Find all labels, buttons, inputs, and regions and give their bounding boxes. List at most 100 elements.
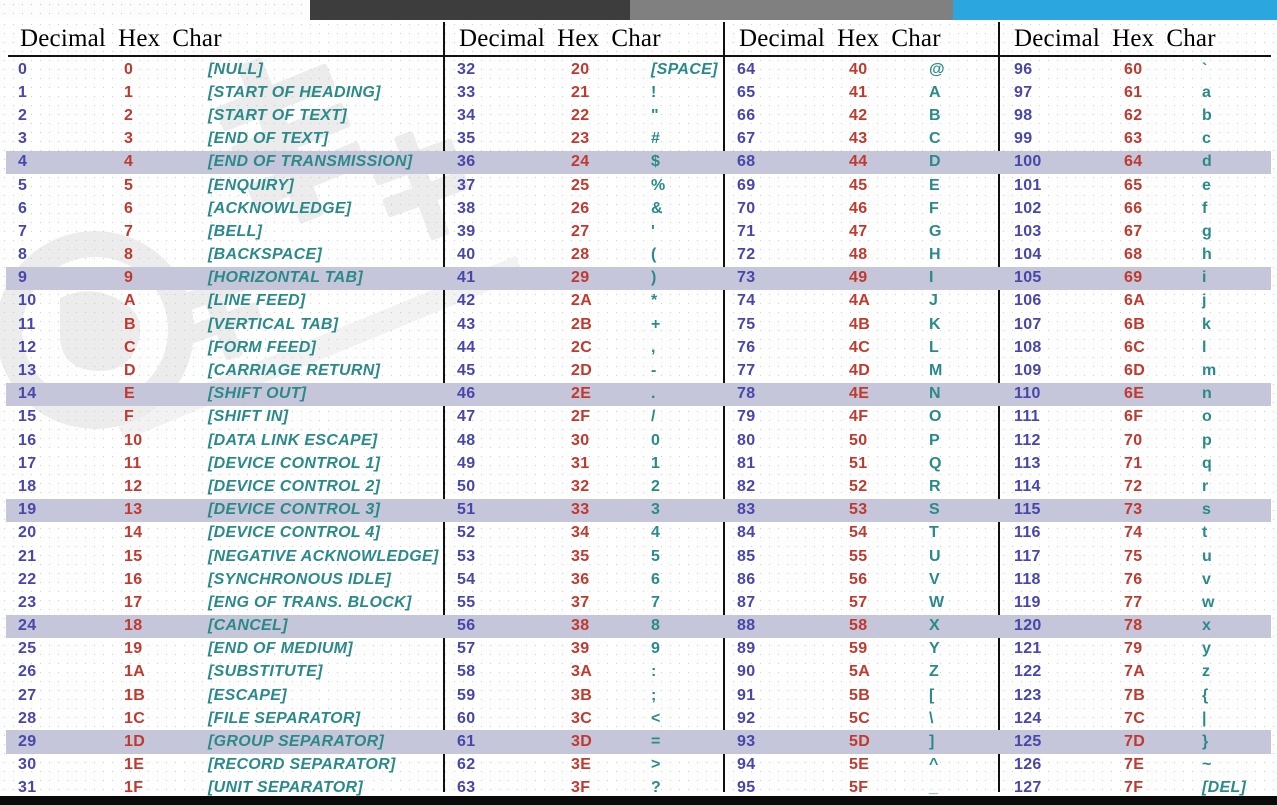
cell-hex: 3D [571,733,593,751]
cell-decimal: 80 [737,431,756,449]
topbar-segment-dot-pattern [0,0,310,20]
cell-char: [SYNCHRONOUS IDLE] [208,570,392,588]
table-row: 89 59 Y [723,638,998,661]
table-row: 82 52 R [723,475,998,498]
cell-decimal: 119 [1014,593,1041,611]
table-row: 47 2F / [443,406,723,429]
table-row: 54 36 6 [443,568,723,591]
cell-hex: 32 [571,477,590,495]
cell-hex: 44 [849,153,868,171]
cell-char: 1 [651,454,661,472]
cell-hex: 5 [124,176,134,194]
cell-decimal: 90 [737,663,756,681]
cell-hex: 33 [571,501,590,519]
cell-hex: 27 [571,222,590,240]
cell-decimal: 126 [1014,756,1042,774]
table-row: 19 13 [DEVICE CONTROL 3] [6,498,443,522]
cell-char: [FILE SEPARATOR] [208,709,361,727]
cell-char: R [929,477,941,495]
cell-char: Z [929,663,940,681]
cell-decimal: 67 [737,130,756,148]
cell-char: [NULL] [208,60,264,78]
cell-hex: 13 [124,501,143,519]
table-row: 80 50 P [723,429,998,452]
cell-hex: 7 [124,222,134,240]
cell-hex: 12 [124,477,143,495]
cell-char: [RECORD SEPARATOR] [208,756,396,774]
table-row: 26 1A [SUBSTITUTE] [6,661,443,684]
cell-hex: 1D [124,733,146,751]
cell-char: ) [651,269,657,287]
cell-char: * [651,292,658,310]
cell-char: { [1202,686,1209,704]
cell-decimal: 18 [18,477,37,495]
cell-hex: 70 [1124,431,1143,449]
table-row: 73 49 I [723,266,998,290]
cell-decimal: 53 [457,547,476,565]
table-row: 87 57 W [723,591,998,614]
cell-decimal: 103 [1014,222,1042,240]
table-row: 50 32 2 [443,475,723,498]
cell-char: [VERTICAL TAB] [208,315,339,333]
cell-char: C [929,130,941,148]
cell-decimal: 115 [1014,501,1041,519]
cell-decimal: 64 [737,60,756,78]
cell-hex: 7E [1124,756,1145,774]
cell-decimal: 73 [737,269,756,287]
cell-char: S [929,501,940,519]
cell-hex: 63 [1124,130,1143,148]
table-row: 25 19 [END OF MEDIUM] [6,638,443,661]
table-row: 110 6E n [998,382,1271,406]
cell-decimal: 93 [737,733,756,751]
table-row: 118 76 v [998,568,1271,591]
cell-hex: 71 [1124,454,1143,472]
cell-char: & [651,199,663,217]
cell-hex: 1F [124,779,144,797]
cell-decimal: 1 [18,83,28,101]
cell-char: | [1202,709,1207,727]
cell-decimal: 37 [457,176,476,194]
table-row: 8 8 [BACKSPACE] [6,244,443,267]
cell-hex: 77 [1124,593,1143,611]
table-row: 7 7 [BELL] [6,220,443,243]
cell-char: [DEVICE CONTROL 4] [208,524,381,542]
cell-hex: 55 [849,547,868,565]
table-row: 32 20 [SPACE] [443,58,723,81]
table-row: 85 55 U [723,545,998,568]
cell-char: , [651,338,656,356]
cell-char: T [929,524,940,542]
cell-decimal: 3 [18,130,28,148]
cell-decimal: 87 [737,593,756,611]
table-row: 5 5 [ENQUIRY] [6,174,443,197]
cell-decimal: 101 [1014,176,1042,194]
table-row: 27 1B [ESCAPE] [6,684,443,707]
cell-char: [END OF TEXT] [208,130,329,148]
table-row: 24 18 [CANCEL] [6,614,443,638]
cell-hex: 52 [849,477,868,495]
cell-char: : [651,663,657,681]
table-row: 122 7A z [998,661,1271,684]
table-row: 114 72 r [998,475,1271,498]
table-row: 104 68 h [998,244,1271,267]
cell-char: k [1202,315,1212,333]
cell-decimal: 38 [457,199,476,217]
cell-char: ^ [929,756,939,774]
table-row: 69 45 E [723,174,998,197]
cell-hex: 79 [1124,640,1143,658]
cell-char: Y [929,640,940,658]
table-row: 11 B [VERTICAL TAB] [6,313,443,336]
cell-decimal: 4 [18,153,28,171]
cell-hex: 9 [124,269,134,287]
table-row: 61 3D = [443,730,723,754]
table-row: 74 4A J [723,290,998,313]
cell-hex: 6E [1124,385,1145,403]
table-row: 116 74 t [998,522,1271,545]
cell-decimal: 2 [18,106,28,124]
cell-char: y [1202,640,1212,658]
cell-char: 3 [651,501,661,519]
cell-decimal: 85 [737,547,756,565]
cell-decimal: 54 [457,570,476,588]
cell-decimal: 78 [737,385,756,403]
cell-hex: 64 [1124,153,1143,171]
table-row: 10 A [LINE FEED] [6,290,443,313]
